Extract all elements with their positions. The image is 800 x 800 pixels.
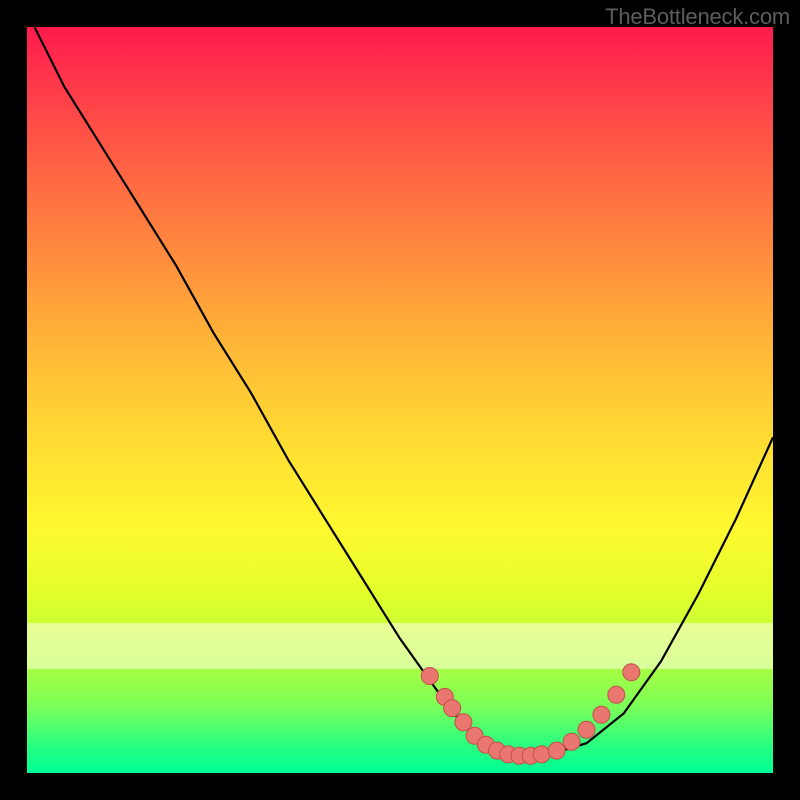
curve-marker [563, 733, 580, 750]
bottleneck-curve [35, 27, 774, 756]
curve-marker [578, 721, 595, 738]
curve-marker [421, 668, 438, 685]
curve-marker [623, 664, 640, 681]
curve-marker [455, 714, 472, 731]
curve-marker [608, 686, 625, 703]
curve-marker [593, 706, 610, 723]
curve-marker [533, 746, 550, 763]
chart-svg [27, 27, 773, 773]
curve-marker [548, 742, 565, 759]
curve-markers [421, 664, 640, 765]
chart-plot-area [27, 27, 773, 773]
curve-marker [444, 700, 461, 717]
attribution-label: TheBottleneck.com [605, 4, 790, 30]
